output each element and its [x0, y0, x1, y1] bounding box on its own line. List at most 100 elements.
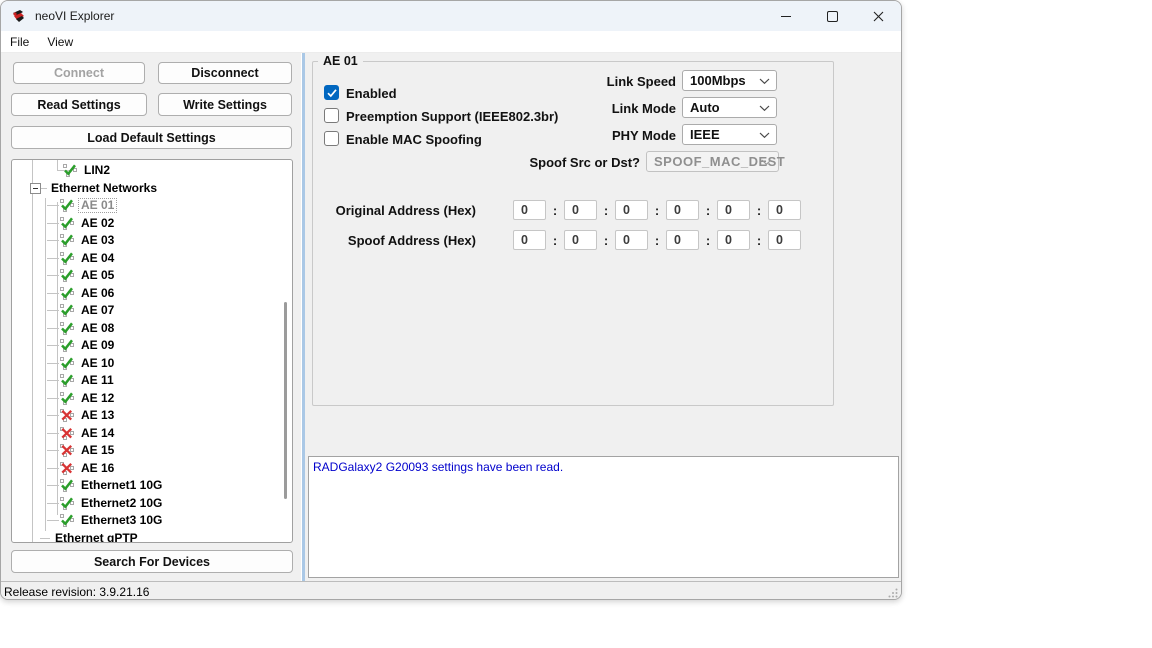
tree-item-ae-01[interactable]: AE 01 [12, 197, 292, 215]
tree-item-ae-09[interactable]: AE 09 [12, 337, 292, 355]
tree-item-ethernet-gptp[interactable]: Ethernet gPTP [12, 530, 292, 544]
spoof-octet-0[interactable] [513, 230, 546, 250]
tree-item-label: Ethernet Networks [49, 182, 159, 195]
tree-item-ae-12[interactable]: AE 12 [12, 390, 292, 408]
enabled-check-icon [59, 338, 75, 353]
device-tree[interactable]: LIN2 Ethernet Networks AE 01 AE 02AE 03 AE 0… [11, 159, 293, 543]
original-address-row: : : : : : [513, 200, 801, 220]
enabled-check-icon [59, 286, 75, 301]
spoof-octet-4[interactable] [717, 230, 750, 250]
load-default-settings-button[interactable]: Load Default Settings [11, 126, 292, 149]
chevron-down-icon [759, 105, 770, 112]
original-octet-1[interactable] [564, 200, 597, 220]
tree-item-ae-15[interactable]: AE 15 [12, 442, 292, 460]
title-bar[interactable]: neoVI Explorer [1, 1, 901, 31]
minimize-icon [781, 16, 791, 17]
spoof-octet-2[interactable] [615, 230, 648, 250]
original-octet-3[interactable] [666, 200, 699, 220]
mac-spoofing-checkbox[interactable] [324, 131, 339, 146]
tree-item-label: LIN2 [82, 164, 112, 177]
enabled-checkbox[interactable] [324, 85, 339, 100]
menu-file[interactable]: File [1, 35, 38, 49]
phy-mode-select[interactable]: IEEE [682, 124, 777, 145]
disconnect-button[interactable]: Disconnect [158, 62, 292, 84]
minimize-button[interactable] [763, 1, 809, 31]
tree-item-ae-04[interactable]: AE 04 [12, 250, 292, 268]
tree-item-ethernet1-10g[interactable]: Ethernet1 10G [12, 477, 292, 495]
maximize-button[interactable] [809, 1, 855, 31]
connect-button[interactable]: Connect [13, 62, 145, 84]
read-settings-button[interactable]: Read Settings [11, 93, 147, 116]
enabled-check-icon [59, 198, 75, 213]
search-for-devices-button[interactable]: Search For Devices [11, 550, 293, 573]
link-mode-label: Link Mode [496, 101, 676, 116]
maximize-icon [827, 11, 838, 22]
tree-item-ae-16[interactable]: AE 16 [12, 460, 292, 478]
original-octet-0[interactable] [513, 200, 546, 220]
chevron-down-icon [759, 78, 770, 85]
tree-item-ae-14[interactable]: AE 14 [12, 425, 292, 443]
close-icon [873, 11, 884, 22]
tree-item-label: AE 06 [79, 287, 116, 300]
original-address-label: Original Address (Hex) [301, 203, 476, 218]
release-revision: Release revision: 3.9.21.16 [4, 585, 149, 599]
spoof-octet-1[interactable] [564, 230, 597, 250]
tree-item-ae-06[interactable]: AE 06 [12, 285, 292, 303]
tree-item-label: AE 16 [79, 462, 116, 475]
tree-item-label: Ethernet3 10G [79, 514, 164, 527]
tree-item-label: AE 03 [79, 234, 116, 247]
tree-item-label: AE 07 [79, 304, 116, 317]
original-octet-4[interactable] [717, 200, 750, 220]
original-octet-2[interactable] [615, 200, 648, 220]
tree-item-label: AE 13 [79, 409, 116, 422]
tree-item-ae-13[interactable]: AE 13 [12, 407, 292, 425]
resize-grip[interactable] [888, 588, 898, 598]
phy-mode-label: PHY Mode [496, 128, 676, 143]
collapse-icon[interactable] [30, 183, 41, 194]
spoof-src-dst-select[interactable]: SPOOF_MAC_DEST [646, 151, 779, 172]
enabled-check-icon [59, 321, 75, 336]
disabled-cross-icon [59, 408, 75, 423]
tree-item-ae-07[interactable]: AE 07 [12, 302, 292, 320]
app-logo-icon [11, 8, 27, 24]
spoof-address-row: : : : : : [513, 230, 801, 250]
disabled-cross-icon [59, 443, 75, 458]
enabled-check-icon [59, 496, 75, 511]
enabled-check-icon [59, 356, 75, 371]
tree-item-lin2[interactable]: LIN2 [12, 162, 292, 180]
tree-item-ae-02[interactable]: AE 02 [12, 215, 292, 233]
tree-item-ethernet3-10g[interactable]: Ethernet3 10G [12, 512, 292, 530]
mac-spoofing-label: Enable MAC Spoofing [346, 132, 482, 147]
tree-item-ae-08[interactable]: AE 08 [12, 320, 292, 338]
spoof-octet-3[interactable] [666, 230, 699, 250]
original-octet-5[interactable] [768, 200, 801, 220]
spoof-octet-5[interactable] [768, 230, 801, 250]
close-button[interactable] [855, 1, 901, 31]
tree-scrollbar-thumb[interactable] [284, 302, 287, 499]
link-speed-select[interactable]: 100Mbps [682, 70, 777, 91]
link-speed-label: Link Speed [496, 74, 676, 89]
enabled-check-icon [59, 391, 75, 406]
octet-separator: : [597, 233, 615, 248]
spoof-address-label: Spoof Address (Hex) [301, 233, 476, 248]
enabled-check-icon [59, 268, 75, 283]
tree-item-ae-05[interactable]: AE 05 [12, 267, 292, 285]
menu-bar: File View [1, 31, 901, 53]
menu-view[interactable]: View [38, 35, 82, 49]
log-message: RADGalaxy2 G20093 settings have been rea… [313, 460, 563, 474]
tree-item-ethernet2-10g[interactable]: Ethernet2 10G [12, 495, 292, 513]
enabled-check-icon [59, 373, 75, 388]
write-settings-button[interactable]: Write Settings [158, 93, 292, 116]
tree-item-ae-11[interactable]: AE 11 [12, 372, 292, 390]
tree-item-ae-03[interactable]: AE 03 [12, 232, 292, 250]
link-mode-select[interactable]: Auto [682, 97, 777, 118]
spoof-src-dst-label: Spoof Src or Dst? [460, 155, 640, 170]
panel-splitter[interactable] [301, 53, 305, 581]
enabled-check-icon [59, 233, 75, 248]
preemption-checkbox[interactable] [324, 108, 339, 123]
tree-item-label: AE 11 [79, 374, 116, 387]
tree-item-ae-10[interactable]: AE 10 [12, 355, 292, 373]
tree-item-ethernet-networks[interactable]: Ethernet Networks [12, 180, 292, 198]
disabled-cross-icon [59, 461, 75, 476]
tree-item-label: AE 01 [79, 199, 116, 212]
